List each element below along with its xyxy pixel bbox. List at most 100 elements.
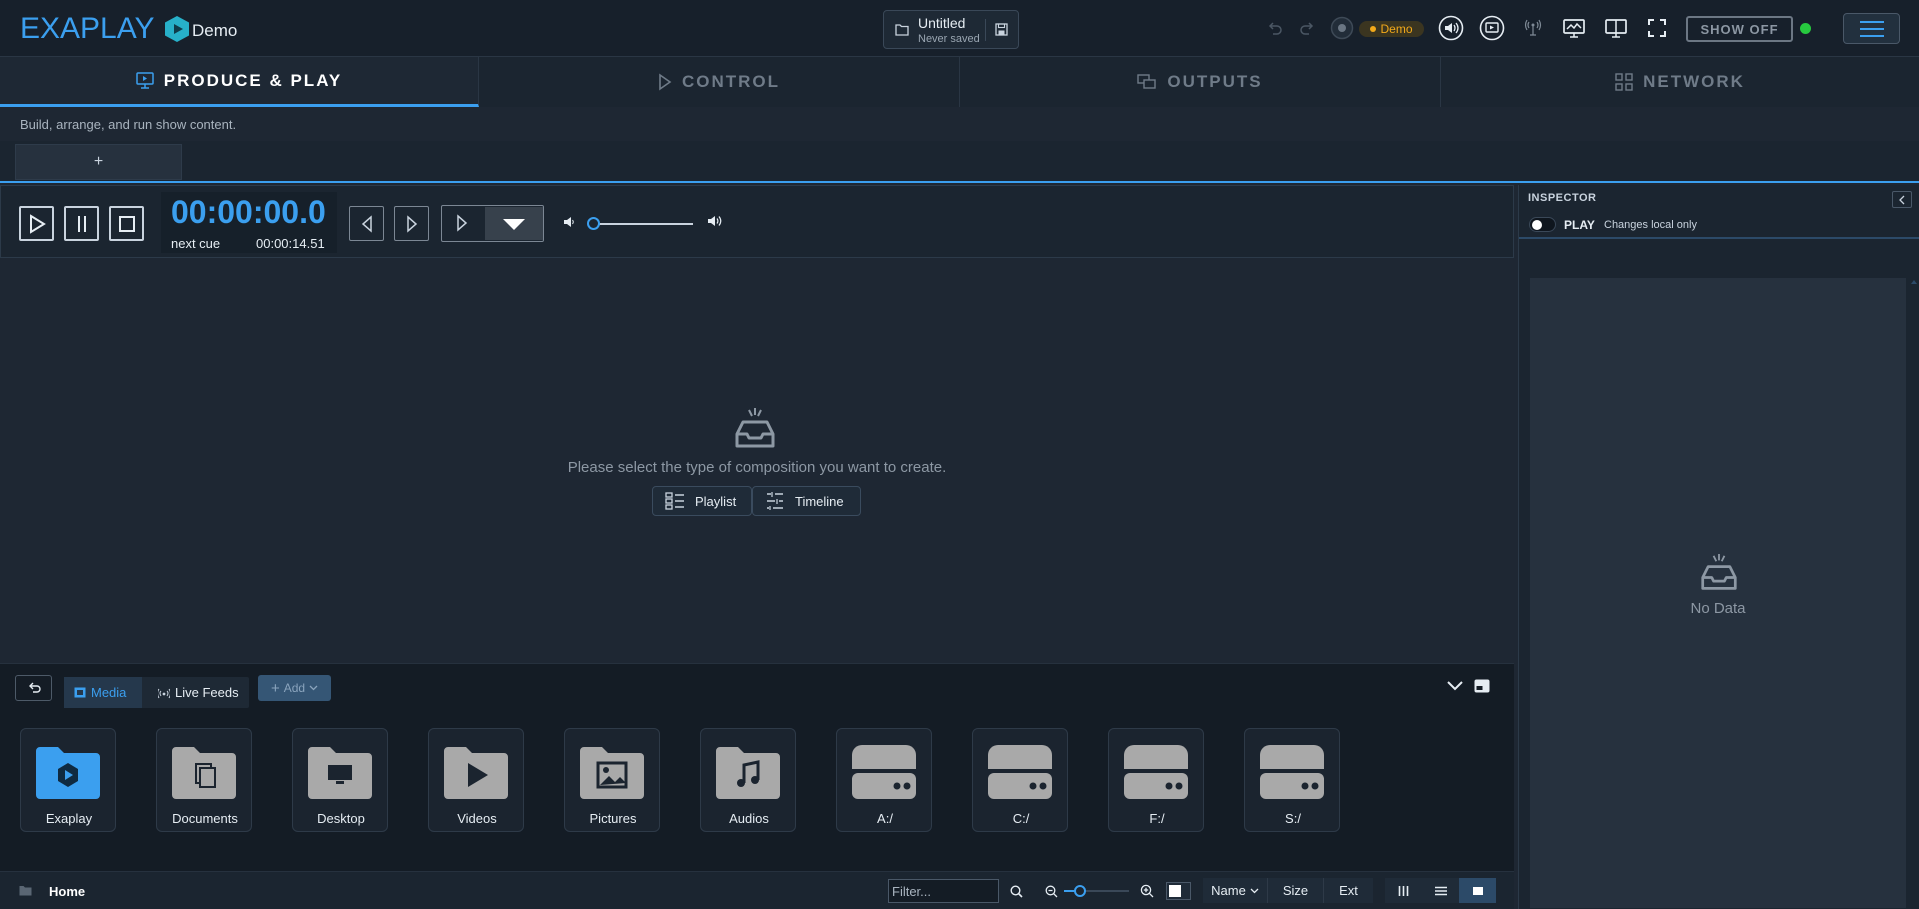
folder-card-audios[interactable]: Audios	[700, 728, 796, 832]
app-edition: Demo	[192, 21, 238, 40]
folder-card-exaplay[interactable]: Exaplay	[20, 728, 116, 832]
play-triangle-icon	[658, 73, 672, 91]
inspector-scrollbar[interactable]	[1911, 278, 1917, 908]
folder-card-videos[interactable]: Videos	[428, 728, 524, 832]
thumbnail-toggle-icon[interactable]	[1474, 679, 1490, 693]
tab-live-feeds[interactable]: Live Feeds	[148, 677, 249, 708]
folder-card-documents[interactable]: Documents	[156, 728, 252, 832]
play-toggle[interactable]	[1529, 217, 1556, 232]
save-icon[interactable]	[995, 23, 1008, 36]
record-icon[interactable]	[1329, 15, 1355, 41]
back-button[interactable]	[15, 675, 52, 701]
logo-mark-icon	[163, 15, 191, 43]
play-mode-split-button[interactable]	[441, 205, 544, 242]
folder-label: Documents	[172, 811, 238, 826]
browser-status-bar: Home Name Size Ext	[0, 871, 1514, 909]
file-box[interactable]: Untitled Never saved	[883, 10, 1019, 49]
empty-inbox-icon	[1699, 554, 1739, 592]
chevron-left-icon[interactable]	[1892, 191, 1912, 208]
folder-icon[interactable]	[895, 23, 909, 36]
toggle-knob	[1532, 220, 1542, 230]
transport-bar: 00:00:00.0 next cue 00:00:14.51	[0, 185, 1514, 258]
browser-tabs: Media Live Feeds	[64, 677, 249, 708]
empty-inbox-icon	[733, 408, 777, 450]
stop-button[interactable]	[109, 206, 144, 241]
inspector-title: INSPECTOR	[1528, 192, 1597, 204]
breadcrumb-home[interactable]: Home	[49, 884, 85, 899]
volume-high-icon[interactable]	[707, 214, 723, 228]
collapse-chevron-icon[interactable]	[1447, 681, 1463, 691]
fullscreen-icon[interactable]	[1644, 15, 1670, 41]
pause-button[interactable]	[64, 206, 99, 241]
main-tabs: PRODUCE & PLAY CONTROL OUTPUTS NETWORK	[0, 57, 1919, 107]
broadcast-icon[interactable]	[1520, 15, 1546, 41]
playlist-icon	[665, 492, 685, 510]
tab-control[interactable]: CONTROL	[479, 57, 960, 107]
folder-label: F:/	[1149, 811, 1165, 826]
zoom-slider-handle[interactable]	[1074, 885, 1086, 897]
white-square-icon	[1169, 885, 1181, 897]
folder-card-c[interactable]: C:/	[972, 728, 1068, 832]
preview-size-toggle[interactable]	[1166, 882, 1191, 900]
play-button[interactable]	[19, 206, 54, 241]
file-title: Untitled	[918, 15, 966, 31]
play-outline-icon[interactable]	[455, 214, 469, 232]
folder-card-desktop[interactable]: Desktop	[292, 728, 388, 832]
chevron-down-icon[interactable]	[485, 207, 543, 240]
folder-card-f[interactable]: F:/	[1108, 728, 1204, 832]
search-icon[interactable]	[1010, 885, 1023, 898]
volume-slider-track[interactable]	[591, 223, 693, 225]
folder-label: Desktop	[317, 811, 365, 826]
tab-media[interactable]: Media	[64, 677, 142, 708]
timeline-button[interactable]: Timeline	[752, 486, 861, 516]
sort-name-button[interactable]: Name	[1203, 878, 1268, 903]
demo-badge-label: Demo	[1380, 22, 1413, 36]
previous-button[interactable]	[349, 206, 384, 241]
inspector-panel: INSPECTOR PLAY Changes local only No Dat…	[1518, 185, 1919, 909]
tab-outputs[interactable]: OUTPUTS	[960, 57, 1441, 107]
hamburger-menu-icon[interactable]	[1843, 13, 1900, 44]
filter-input[interactable]	[888, 879, 999, 903]
file-status: Never saved	[918, 33, 980, 45]
sort-size-button[interactable]: Size	[1268, 878, 1324, 903]
folder-card-a[interactable]: A:/	[836, 728, 932, 832]
tab-produce-play[interactable]: PRODUCE & PLAY	[0, 57, 479, 107]
list-view-icon[interactable]	[1422, 878, 1459, 903]
folder-label: S:/	[1285, 811, 1301, 826]
zoom-out-icon[interactable]	[1045, 885, 1058, 898]
no-data-label: No Data	[1690, 600, 1746, 617]
add-composition-tab-button[interactable]: +	[15, 144, 182, 180]
split-screen-icon[interactable]	[1603, 15, 1629, 41]
drive-icon	[1258, 743, 1326, 801]
playlist-button[interactable]: Playlist	[652, 486, 752, 516]
add-media-button[interactable]: + Add	[258, 675, 331, 701]
documents-folder-icon	[170, 743, 238, 801]
undo-icon[interactable]	[1262, 15, 1288, 41]
volume-slider-handle[interactable]	[587, 217, 600, 230]
timeline-label: Timeline	[795, 493, 844, 509]
redo-icon[interactable]	[1294, 15, 1320, 41]
volume-low-icon[interactable]	[563, 216, 575, 228]
pictures-folder-icon	[578, 743, 646, 801]
drive-icon	[850, 743, 918, 801]
exaplay-folder-icon	[34, 743, 102, 801]
monitor-icon[interactable]	[1561, 15, 1587, 41]
video-icon[interactable]	[1479, 15, 1505, 41]
videos-folder-icon	[442, 743, 510, 801]
folder-card-s[interactable]: S:/	[1244, 728, 1340, 832]
zoom-in-icon[interactable]	[1140, 884, 1154, 898]
app-logo: EXAPLAY	[20, 12, 155, 45]
next-button[interactable]	[394, 206, 429, 241]
tab-media-label: Media	[91, 685, 127, 700]
audio-icon[interactable]	[1438, 15, 1464, 41]
tab-network[interactable]: NETWORK	[1441, 57, 1919, 107]
chevron-down-icon	[309, 685, 318, 691]
grid-view-icon[interactable]	[1459, 878, 1496, 903]
sort-ext-button[interactable]: Ext	[1324, 878, 1373, 903]
audios-folder-icon	[714, 743, 782, 801]
show-off-button[interactable]: SHOW OFF	[1686, 16, 1793, 42]
folder-card-pictures[interactable]: Pictures	[564, 728, 660, 832]
chevron-down-icon	[1250, 888, 1259, 894]
home-folder-icon	[19, 885, 32, 896]
column-view-icon[interactable]	[1385, 878, 1422, 903]
